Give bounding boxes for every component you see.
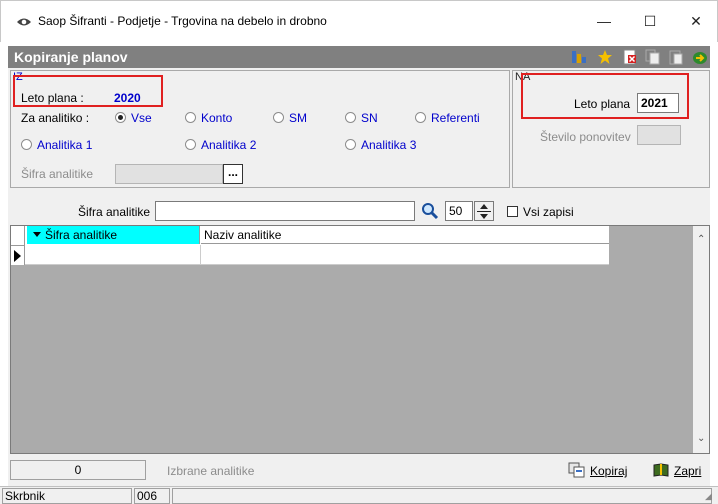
selected-count: 0 <box>10 460 146 480</box>
kopiraj-button[interactable]: Kopiraj <box>568 461 632 481</box>
zapri-button[interactable]: Zapri <box>652 461 708 481</box>
row-indicator <box>11 245 25 265</box>
close-book-icon <box>653 463 669 477</box>
radio-analitika-1[interactable]: Analitika 1 <box>21 138 111 153</box>
browse-button[interactable]: ... <box>223 164 243 184</box>
copy-icon[interactable] <box>645 49 661 65</box>
radio-analitika-2-label: Analitika 2 <box>201 138 257 152</box>
radio-konto-label: Konto <box>201 111 233 125</box>
column-header-sifra[interactable]: Šifra analitike <box>27 226 200 244</box>
vsi-zapisi-label: Vsi zapisi <box>523 205 574 219</box>
radio-sn[interactable]: SN <box>345 111 395 126</box>
radio-analitika-1-label: Analitika 1 <box>37 138 93 152</box>
close-button[interactable]: ✕ <box>685 11 707 31</box>
vsi-zapisi-checkbox[interactable] <box>507 206 518 217</box>
status-user: Skrbnik <box>2 488 132 504</box>
za-analitiko-label: Za analitiko : <box>21 111 90 125</box>
column-header-naziv[interactable]: Naziv analitike <box>201 226 609 244</box>
paste-icon[interactable] <box>668 49 684 65</box>
iz-leto-label: Leto plana : <box>21 91 84 105</box>
search-label: Šifra analitike <box>78 205 151 219</box>
grid-header: Šifra analitike Naziv analitike <box>25 226 609 245</box>
minimize-button[interactable]: — <box>593 11 615 31</box>
radio-sm-label: SM <box>289 111 307 125</box>
stevilo-label: Število ponovitev <box>540 130 631 144</box>
radio-analitika-2[interactable]: Analitika 2 <box>185 138 275 153</box>
zapri-label: Zapri <box>674 464 702 478</box>
radio-analitika-3[interactable]: Analitika 3 <box>345 138 435 153</box>
iz-group: IZ Leto plana : 2020 Za analitiko : Vse … <box>10 70 510 188</box>
status-message <box>172 488 712 504</box>
analytics-grid[interactable]: Šifra analitike Naziv analitike ⌃ ⌄ <box>10 225 710 454</box>
chart-icon[interactable] <box>571 49 587 65</box>
na-group: NA Leto plana 2021 Število ponovitev <box>512 70 710 188</box>
window-title: Saop Šifranti - Podjetje - Trgovina na d… <box>38 14 327 28</box>
header-bar: Kopiranje planov <box>8 46 710 68</box>
iz-leto-value: 2020 <box>114 91 141 105</box>
table-row[interactable] <box>25 245 609 265</box>
row-pointer-icon <box>14 250 21 262</box>
selected-label: Izbrane analitike <box>167 464 255 478</box>
search-icon[interactable] <box>421 202 439 220</box>
copy-docs-icon <box>568 462 585 478</box>
radio-sm[interactable]: SM <box>273 111 323 126</box>
footer-bar: 0 Izbrane analitike Kopiraj Zapri <box>10 458 710 484</box>
na-leto-input[interactable]: 2021 <box>637 93 679 113</box>
scroll-up-icon[interactable]: ⌃ <box>697 234 705 245</box>
record-count-input[interactable]: 50 <box>445 201 473 221</box>
page-title: Kopiranje planov <box>14 49 128 65</box>
stevilo-input <box>637 125 681 145</box>
column-naziv-label: Naziv analitike <box>204 228 282 242</box>
iz-sifra-label: Šifra analitike <box>21 167 94 181</box>
scroll-down-icon[interactable]: ⌄ <box>697 433 705 444</box>
iz-sifra-field <box>115 164 223 184</box>
status-code: 006 <box>134 488 170 504</box>
app-eye-icon <box>17 18 31 26</box>
maximize-button[interactable]: ☐ <box>639 11 661 31</box>
radio-vse[interactable]: Vse <box>115 111 175 126</box>
radio-vse-label: Vse <box>131 111 152 125</box>
spinner-up-icon[interactable] <box>480 204 488 209</box>
count-spinner[interactable] <box>474 201 494 221</box>
exit-icon[interactable] <box>692 49 708 65</box>
status-bar: Skrbnik 006 ◢ <box>0 486 718 504</box>
spinner-down-icon[interactable] <box>480 214 488 219</box>
delete-doc-icon[interactable] <box>622 49 638 65</box>
search-input[interactable] <box>155 201 415 221</box>
resize-grip-icon[interactable]: ◢ <box>705 491 712 502</box>
radio-referenti[interactable]: Referenti <box>415 111 495 126</box>
radio-referenti-label: Referenti <box>431 111 480 125</box>
favorite-star-icon[interactable] <box>597 49 613 65</box>
radio-sn-label: SN <box>361 111 378 125</box>
radio-analitika-3-label: Analitika 3 <box>361 138 417 152</box>
sort-desc-icon <box>33 232 41 237</box>
na-leto-label: Leto plana <box>574 97 631 111</box>
radio-konto[interactable]: Konto <box>185 111 255 126</box>
title-bar: Saop Šifranti - Podjetje - Trgovina na d… <box>0 0 718 42</box>
vertical-scrollbar[interactable]: ⌃ ⌄ <box>693 226 709 453</box>
kopiraj-label: Kopiraj <box>590 464 628 478</box>
column-sifra-label: Šifra analitike <box>45 228 118 242</box>
